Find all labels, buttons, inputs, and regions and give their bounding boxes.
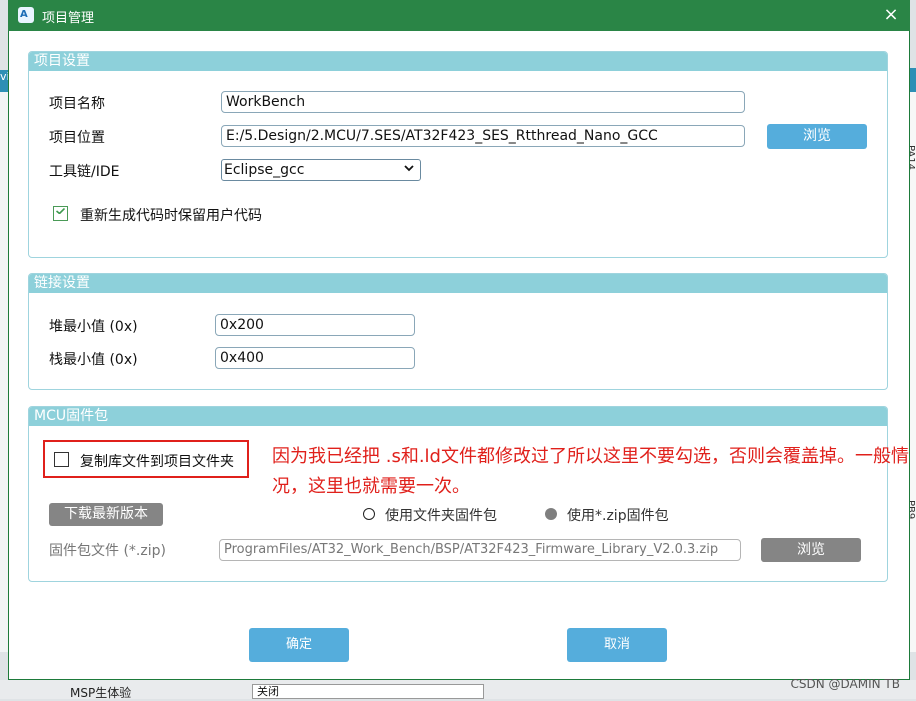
check-icon	[56, 208, 65, 214]
watermark: CSDN @DAMIN TB	[790, 677, 900, 691]
download-latest-button[interactable]: 下载最新版本	[49, 503, 163, 526]
toolchain-label: 工具链/IDE	[49, 164, 120, 180]
radio-use-folder-label: 使用文件夹固件包	[385, 508, 497, 524]
heap-min-label: 堆最小值 (0x)	[49, 319, 138, 335]
chevron-down-icon	[404, 165, 414, 172]
stack-min-label: 栈最小值 (0x)	[49, 352, 138, 368]
project-location-input[interactable]: E:/5.Design/2.MCU/7.SES/AT32F423_SES_Rtt…	[221, 125, 745, 147]
toolchain-select[interactable]: Eclipse_gcc	[221, 159, 421, 181]
browse-location-button[interactable]: 浏览	[767, 124, 867, 149]
heap-min-input[interactable]: 0x200	[215, 314, 415, 336]
background-bottom-select[interactable]: 关闭	[252, 684, 484, 699]
project-settings-group: 项目设置	[28, 51, 888, 258]
radio-use-zip-label: 使用*.zip固件包	[567, 508, 669, 524]
stack-min-input[interactable]: 0x400	[215, 347, 415, 369]
app-logo-icon: A	[18, 7, 34, 23]
link-settings-group: 链接设置	[28, 273, 888, 390]
browse-package-button[interactable]: 浏览	[761, 538, 861, 562]
keep-user-code-checkbox[interactable]	[53, 206, 68, 221]
background-left-tab: vi	[0, 70, 8, 92]
group-header-project-settings: 项目设置	[29, 52, 887, 71]
dialog-title: 项目管理	[42, 11, 95, 26]
ok-button[interactable]: 确定	[249, 628, 349, 662]
package-file-label: 固件包文件 (*.zip)	[49, 543, 166, 559]
keep-user-code-label: 重新生成代码时保留用户代码	[80, 208, 262, 224]
project-name-label: 项目名称	[49, 96, 105, 112]
background-bottom-label: MSP生体验	[70, 686, 132, 700]
group-header-firmware: MCU固件包	[29, 407, 887, 426]
radio-use-folder-package[interactable]	[363, 508, 375, 520]
annotation-highlight-box	[43, 440, 249, 478]
close-icon[interactable]: ×	[882, 5, 900, 25]
radio-use-zip-package[interactable]	[545, 508, 557, 520]
annotation-text: 因为我已经把 .s和.ld文件都修改过了所以这里不要勾选，否则会覆盖掉。一般情况…	[272, 446, 909, 497]
group-header-link-settings: 链接设置	[29, 274, 887, 293]
project-name-input[interactable]: WorkBench	[221, 91, 745, 113]
cancel-button[interactable]: 取消	[567, 628, 667, 662]
toolchain-value: Eclipse_gcc	[224, 162, 305, 178]
dialog-titlebar[interactable]: A 项目管理 ×	[8, 0, 910, 31]
project-location-label: 项目位置	[49, 130, 105, 146]
package-file-input[interactable]: ProgramFiles/AT32_Work_Bench/BSP/AT32F42…	[219, 539, 741, 561]
